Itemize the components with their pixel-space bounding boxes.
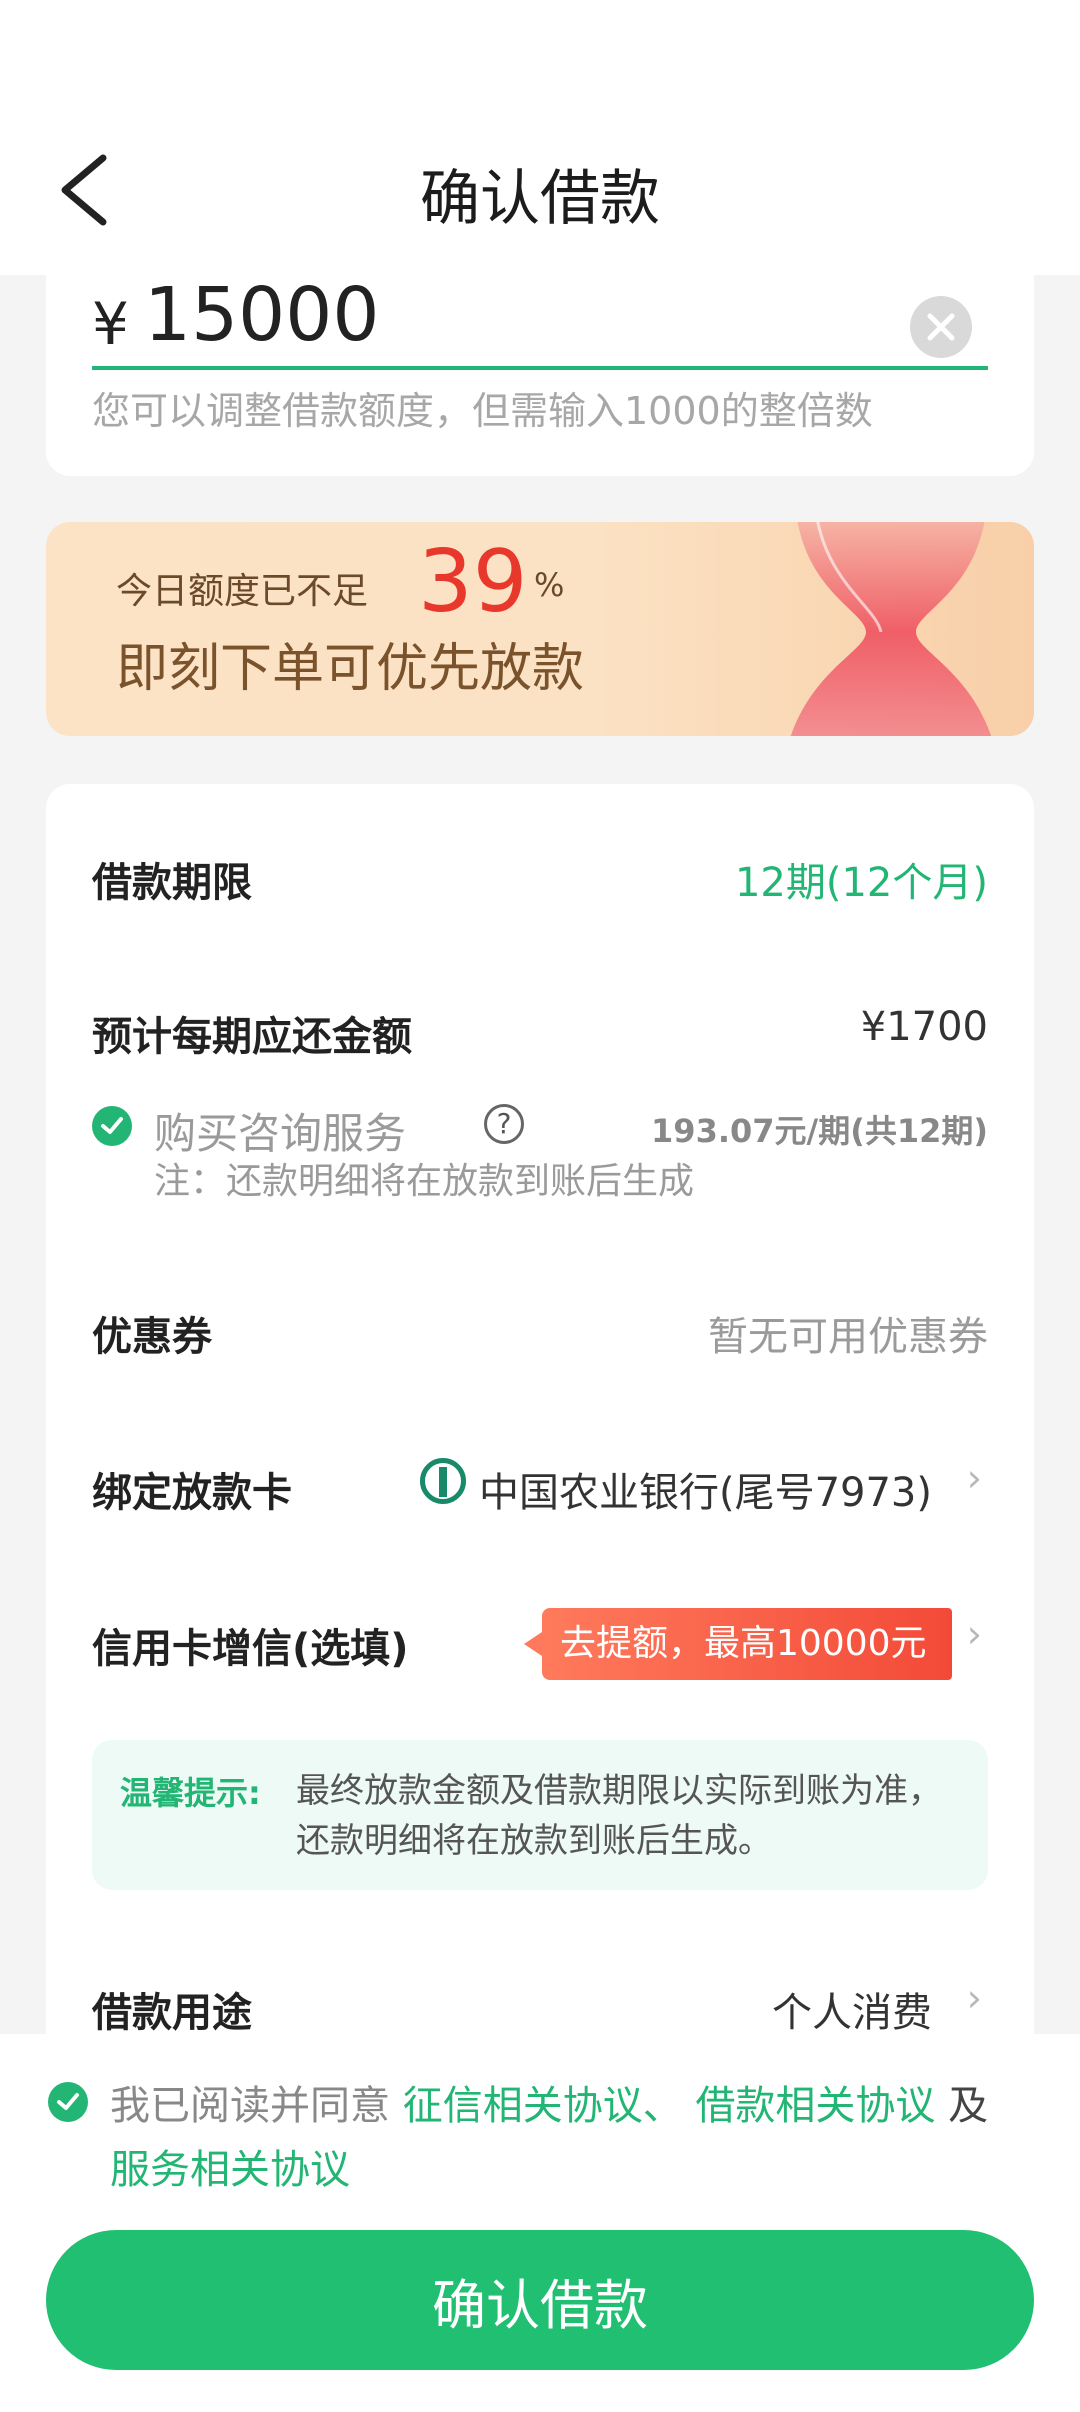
loan-detail-card: 借款期限 12期(12个月) 预计每期应还金额 ¥1700 购买咨询服务 ? 1… xyxy=(46,784,1034,2084)
chevron-right-icon: › xyxy=(966,1612,982,1656)
hourglass-icon xyxy=(790,522,992,736)
repayment-row: 预计每期应还金额 ¥1700 xyxy=(92,1004,988,1064)
coupon-label: 优惠券 xyxy=(92,1314,212,1360)
term-value: 12期(12个月) xyxy=(734,860,988,906)
service-agreement-link[interactable]: 服务相关协议 xyxy=(110,2147,350,2193)
bank-card-value: 中国农业银行(尾号7973) xyxy=(478,1470,932,1516)
bank-card-row[interactable]: 绑定放款卡 中国农业银行(尾号7973) › xyxy=(92,1456,988,1520)
service-note: 注：还款明细将在放款到账后生成 xyxy=(154,1161,695,1202)
amount-hint: 您可以调整借款额度，但需输入1000的整倍数 xyxy=(92,389,873,433)
credit-boost-row[interactable]: 信用卡增信(选填) 去提额，最高10000元 › xyxy=(92,1608,988,1680)
tip-text: 最终放款金额及借款期限以实际到账为准，还款明细将在放款到账后生成。 xyxy=(296,1771,942,1861)
header-bar: 确认借款 xyxy=(0,0,1080,275)
term-label: 借款期限 xyxy=(92,860,252,906)
clear-icon xyxy=(927,313,955,341)
confirm-loan-button[interactable]: 确认借款 xyxy=(46,2230,1034,2370)
bank-card-label: 绑定放款卡 xyxy=(92,1470,292,1516)
repayment-value: ¥1700 xyxy=(860,1004,988,1050)
quota-banner[interactable]: 今日额度已不足 39 % 即刻下单可优先放款 xyxy=(46,522,1034,736)
boost-badge[interactable]: 去提额，最高10000元 xyxy=(524,1608,952,1680)
help-icon[interactable]: ? xyxy=(484,1104,524,1144)
agreement-text: 我已阅读并同意 征信相关协议、 借款相关协议 及 服务相关协议 xyxy=(110,2074,1010,2202)
banner-percent-number: 39 xyxy=(418,532,528,632)
clear-button[interactable] xyxy=(910,296,972,358)
chevron-right-icon: › xyxy=(966,1456,982,1500)
repayment-label: 预计每期应还金额 xyxy=(92,1014,412,1060)
service-price: 193.07元/期(共12期) xyxy=(651,1112,988,1150)
amount-input[interactable] xyxy=(144,272,904,358)
coupon-value: 暂无可用优惠券 xyxy=(708,1314,988,1360)
tip-box: 温馨提示: 最终放款金额及借款期限以实际到账为准，还款明细将在放款到账后生成。 xyxy=(92,1740,988,1890)
purpose-value: 个人消费 xyxy=(772,1990,932,2036)
credit-agreement-link[interactable]: 征信相关协议、 xyxy=(403,2083,683,2129)
page-title: 确认借款 xyxy=(420,164,660,234)
term-row[interactable]: 借款期限 12期(12个月) xyxy=(92,850,988,910)
banner-line1: 今日额度已不足 xyxy=(116,571,369,612)
agree-check-icon[interactable] xyxy=(48,2082,88,2122)
purpose-row[interactable]: 借款用途 个人消费 › xyxy=(92,1976,988,2040)
credit-boost-label: 信用卡增信(选填) xyxy=(92,1626,409,1672)
service-check-icon[interactable] xyxy=(92,1106,132,1146)
bottom-bar: 我已阅读并同意 征信相关协议、 借款相关协议 及 服务相关协议 确认借款 xyxy=(0,2034,1080,2412)
currency-symbol: ¥ xyxy=(92,290,129,358)
chevron-right-icon: › xyxy=(966,1976,982,2020)
purpose-label: 借款用途 xyxy=(92,1990,252,2036)
loan-agreement-link[interactable]: 借款相关协议 xyxy=(695,2083,935,2129)
banner-percent-unit: % xyxy=(534,566,565,604)
bank-logo-icon xyxy=(420,1458,466,1504)
coupon-row[interactable]: 优惠券 暂无可用优惠券 xyxy=(92,1304,988,1364)
service-row: 购买咨询服务 ? 193.07元/期(共12期) 注：还款明细将在放款到账后生成 xyxy=(92,1100,988,1210)
amount-field: ¥ xyxy=(92,260,988,370)
tip-label: 温馨提示: xyxy=(120,1774,261,1812)
agreement-and: 及 xyxy=(948,2083,989,2129)
banner-line2: 即刻下单可优先放款 xyxy=(116,639,585,699)
agreement-prefix: 我已阅读并同意 xyxy=(110,2083,390,2129)
